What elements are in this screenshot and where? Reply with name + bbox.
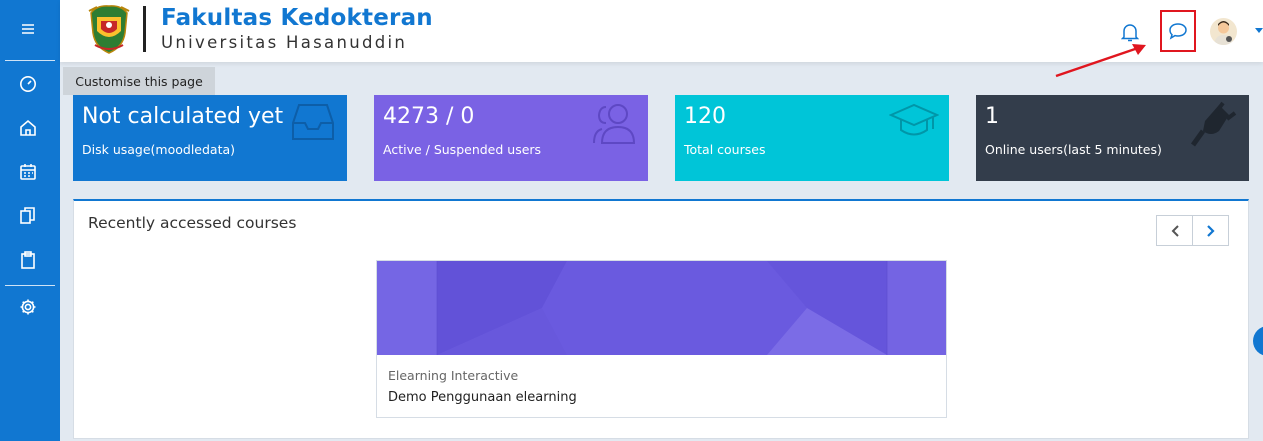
- rail-divider: [5, 285, 55, 286]
- brand-subtitle: Universitas Hasanuddin: [161, 33, 408, 52]
- hamburger-icon[interactable]: [18, 19, 38, 39]
- plug-icon: [1189, 101, 1239, 151]
- stat-card-disk: Not calculated yet Disk usage(moodledata…: [73, 95, 347, 181]
- chevron-right-icon: [1206, 224, 1215, 237]
- stat-label: Active / Suspended users: [383, 142, 542, 157]
- stat-card-online: 1 Online users(last 5 minutes): [976, 95, 1249, 181]
- inbox-icon: [289, 101, 337, 147]
- stat-label: Disk usage(moodledata): [82, 142, 236, 157]
- left-nav-rail: [0, 0, 60, 441]
- stat-value: Not calculated yet: [82, 104, 284, 129]
- stat-value: 4273 / 0: [383, 104, 475, 129]
- stat-card-courses: 120 Total courses: [675, 95, 949, 181]
- chat-icon[interactable]: [1167, 21, 1189, 41]
- home-icon[interactable]: [18, 118, 38, 138]
- brand-divider: [143, 6, 146, 52]
- panel-title: Recently accessed courses: [88, 214, 297, 232]
- prev-button[interactable]: [1157, 216, 1192, 245]
- recent-courses-panel: Recently accessed courses Elearning Inte…: [73, 199, 1249, 439]
- annotation-arrow: [1055, 44, 1146, 78]
- graduation-cap-icon: [888, 101, 940, 145]
- stat-label: Total courses: [684, 142, 766, 157]
- stat-value: 120: [684, 104, 726, 129]
- next-button[interactable]: [1192, 216, 1228, 245]
- stat-card-users: 4273 / 0 Active / Suspended users: [374, 95, 648, 181]
- course-category: Elearning Interactive: [388, 368, 519, 383]
- drawer-toggle-button[interactable]: [1253, 326, 1263, 356]
- course-name[interactable]: Demo Penggunaan elearning: [388, 390, 577, 405]
- stat-value: 1: [985, 104, 999, 129]
- clipboard-icon[interactable]: [18, 250, 38, 270]
- gear-icon[interactable]: [18, 297, 38, 317]
- customise-page-button[interactable]: Customise this page: [63, 67, 215, 95]
- files-icon[interactable]: [18, 206, 38, 226]
- calendar-icon[interactable]: [18, 162, 38, 182]
- avatar[interactable]: [1210, 18, 1237, 45]
- carousel-nav: [1156, 215, 1229, 246]
- caret-down-icon[interactable]: [1255, 28, 1263, 33]
- university-logo[interactable]: [87, 3, 131, 55]
- users-icon: [590, 101, 638, 149]
- brand-title[interactable]: Fakultas Kedokteran: [161, 5, 433, 31]
- course-image[interactable]: [377, 261, 946, 355]
- chevron-left-icon: [1171, 224, 1179, 237]
- rail-divider: [5, 60, 55, 61]
- dashboard-icon[interactable]: [18, 74, 38, 94]
- stat-label: Online users(last 5 minutes): [985, 142, 1162, 157]
- course-card[interactable]: Elearning Interactive Demo Penggunaan el…: [376, 260, 947, 418]
